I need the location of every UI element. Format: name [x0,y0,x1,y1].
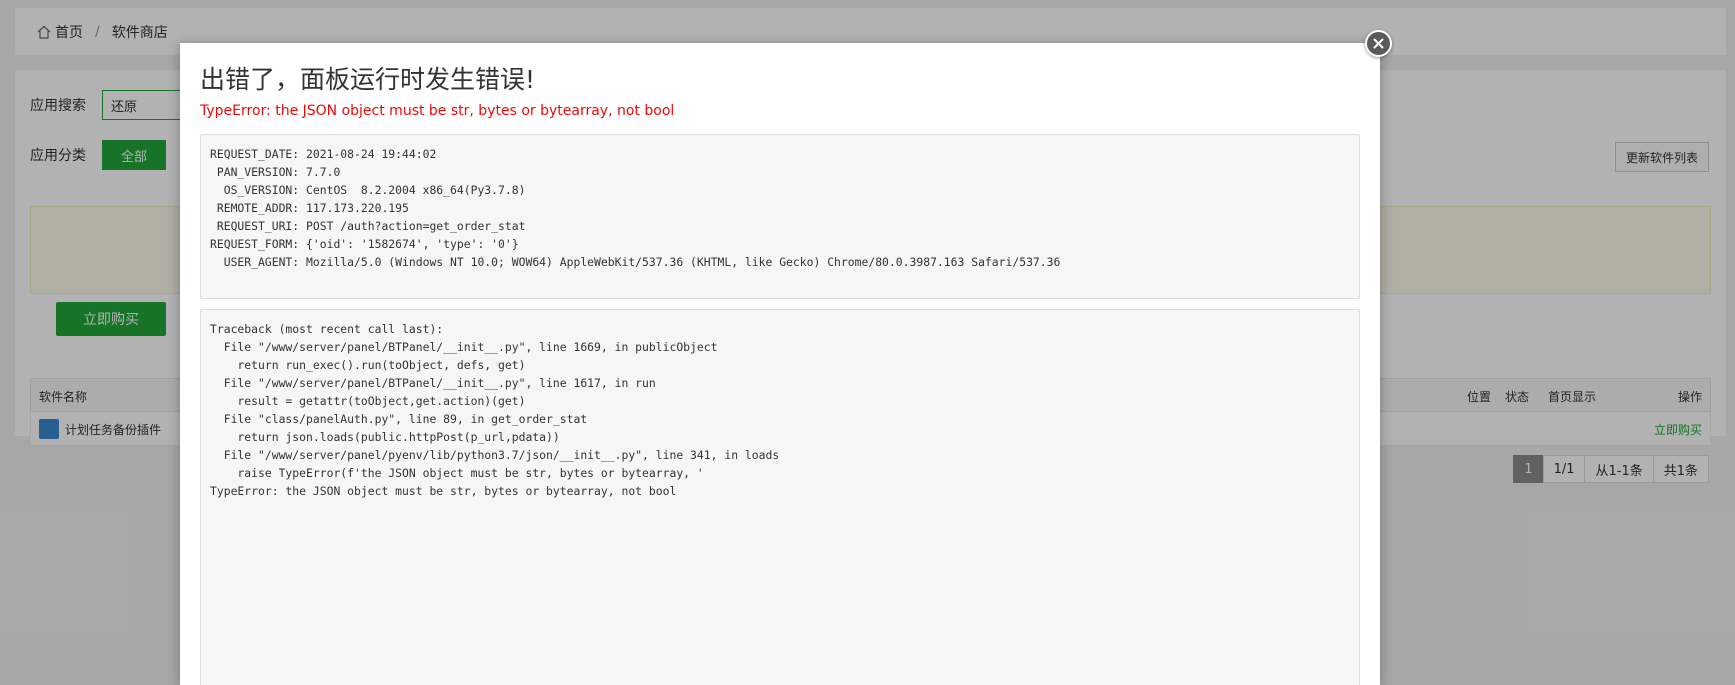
traceback-box: Traceback (most recent call last): File … [200,309,1360,685]
request-info-box: REQUEST_DATE: 2021-08-24 19:44:02 PAN_VE… [200,134,1360,299]
close-icon [1373,38,1384,49]
error-message: TypeError: the JSON object must be str, … [200,103,675,119]
close-dialog-button[interactable] [1365,30,1392,57]
dialog-title: 出错了，面板运行时发生错误! [200,65,536,94]
error-dialog: 出错了，面板运行时发生错误! TypeError: the JSON objec… [180,43,1380,685]
